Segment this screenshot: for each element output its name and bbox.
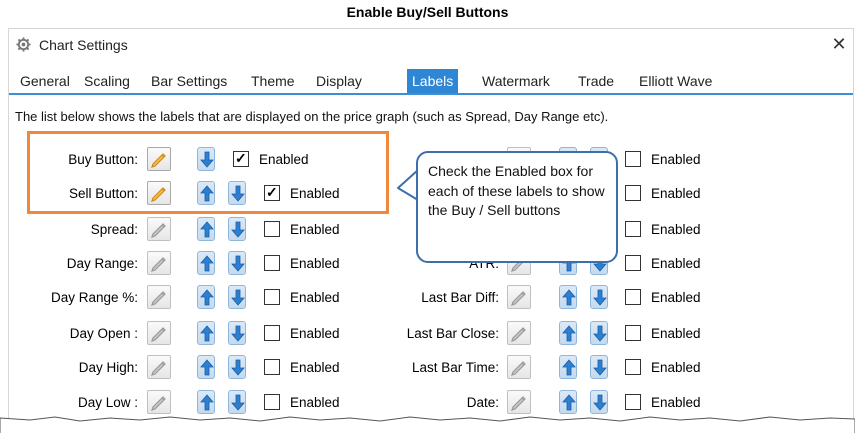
move-up-icon[interactable]	[197, 321, 215, 345]
enabled-checkbox[interactable]	[264, 394, 280, 410]
enabled-label: Enabled	[651, 222, 701, 237]
enabled-checkbox[interactable]	[625, 289, 641, 305]
move-up-icon[interactable]	[197, 285, 215, 309]
move-up-icon[interactable]	[197, 217, 215, 241]
tab-display[interactable]: Display	[311, 69, 367, 93]
move-down-icon[interactable]	[228, 390, 246, 414]
pencil-icon[interactable]	[507, 321, 531, 345]
move-down-icon[interactable]	[228, 355, 246, 379]
callout-box: Check the Enabled box for each of these …	[416, 151, 618, 263]
move-up-icon[interactable]	[559, 355, 577, 379]
enabled-checkbox[interactable]	[625, 255, 641, 271]
torn-edge	[0, 416, 855, 433]
tab-trade[interactable]: Trade	[573, 69, 619, 93]
enabled-checkbox[interactable]	[625, 151, 641, 167]
left-label: Spread:	[90, 222, 138, 237]
right-label: Last Bar Time:	[411, 360, 499, 375]
pencil-icon[interactable]	[147, 217, 171, 241]
move-up-icon[interactable]	[197, 251, 215, 275]
left-label: Day High:	[78, 360, 138, 375]
left-label: Day Range %:	[50, 290, 138, 305]
enabled-checkbox[interactable]	[625, 359, 641, 375]
enabled-label: Enabled	[651, 395, 701, 410]
right-label: Last Bar Close:	[406, 326, 499, 341]
tab-watermark[interactable]: Watermark	[477, 69, 555, 93]
gear-icon	[16, 37, 31, 52]
enabled-label: Enabled	[651, 360, 701, 375]
move-up-icon[interactable]	[559, 285, 577, 309]
pencil-icon[interactable]	[147, 355, 171, 379]
page-caption: Enable Buy/Sell Buttons	[346, 4, 509, 20]
enabled-checkbox[interactable]	[264, 289, 280, 305]
enabled-label: Enabled	[651, 152, 701, 167]
pencil-icon[interactable]	[147, 251, 171, 275]
tab-bar: General Scaling Bar Settings Theme Displ…	[9, 69, 853, 95]
move-down-icon[interactable]	[228, 217, 246, 241]
enabled-checkbox[interactable]	[625, 394, 641, 410]
pencil-icon[interactable]	[147, 321, 171, 345]
tab-elliott-wave[interactable]: Elliott Wave	[634, 69, 717, 93]
move-up-icon[interactable]	[559, 390, 577, 414]
left-label: Day Range:	[66, 256, 138, 271]
tab-scaling[interactable]: Scaling	[79, 69, 135, 93]
move-down-icon[interactable]	[590, 321, 608, 345]
move-down-icon[interactable]	[228, 251, 246, 275]
callout-text: Check the Enabled box for each of these …	[428, 163, 605, 218]
enabled-label: Enabled	[651, 186, 701, 201]
enabled-label: Enabled	[651, 290, 701, 305]
pencil-icon[interactable]	[147, 285, 171, 309]
tab-theme[interactable]: Theme	[246, 69, 300, 93]
enabled-checkbox[interactable]	[625, 185, 641, 201]
right-label: Date:	[466, 395, 499, 410]
enabled-checkbox[interactable]	[625, 325, 641, 341]
move-down-icon[interactable]	[228, 285, 246, 309]
tab-labels[interactable]: Labels	[407, 69, 459, 93]
close-icon[interactable]: ✕	[831, 34, 847, 55]
pencil-icon[interactable]	[507, 285, 531, 309]
enabled-label: Enabled	[651, 326, 701, 341]
labels-description: The list below shows the labels that are…	[15, 109, 609, 124]
pencil-icon[interactable]	[507, 355, 531, 379]
title-bar: Chart Settings ✕	[9, 29, 853, 61]
pencil-icon[interactable]	[147, 390, 171, 414]
enabled-checkbox[interactable]	[264, 255, 280, 271]
enabled-checkbox[interactable]	[264, 325, 280, 341]
move-down-icon[interactable]	[590, 285, 608, 309]
left-label: Day Open :	[69, 326, 138, 341]
window-title: Chart Settings	[39, 37, 128, 53]
enabled-checkbox[interactable]	[625, 221, 641, 237]
move-up-icon[interactable]	[197, 390, 215, 414]
move-down-icon[interactable]	[590, 390, 608, 414]
tab-general[interactable]: General	[15, 69, 75, 93]
enabled-label: Enabled	[651, 256, 701, 271]
enabled-checkbox[interactable]	[264, 221, 280, 237]
move-up-icon[interactable]	[559, 321, 577, 345]
tab-bar-settings[interactable]: Bar Settings	[146, 69, 232, 93]
enabled-checkbox[interactable]	[264, 359, 280, 375]
buy-sell-highlight	[27, 131, 389, 214]
left-label: Day Low :	[77, 395, 138, 410]
move-up-icon[interactable]	[197, 355, 215, 379]
move-down-icon[interactable]	[590, 355, 608, 379]
move-down-icon[interactable]	[228, 321, 246, 345]
pencil-icon[interactable]	[507, 390, 531, 414]
right-label: Last Bar Diff:	[421, 290, 499, 305]
